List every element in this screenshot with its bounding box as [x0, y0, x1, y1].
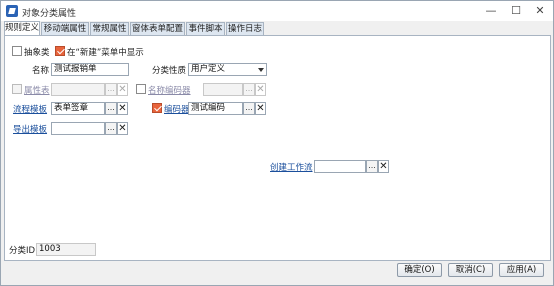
name-input[interactable]: 测试报销单	[51, 63, 129, 76]
name-encoder-pick-button[interactable]: ...	[243, 83, 255, 96]
attr-table-clear-button[interactable]: ✕	[117, 83, 128, 96]
abstract-checkbox[interactable]	[12, 46, 22, 56]
cancel-button[interactable]: 取消(C)	[448, 263, 493, 277]
attr-table-link[interactable]: 属性表	[24, 84, 50, 96]
category-label: 分类性质	[152, 66, 187, 76]
app-icon	[6, 5, 18, 17]
encoder-input[interactable]: 测试编码	[188, 102, 243, 115]
encoder-clear-button[interactable]: ✕	[255, 102, 266, 115]
export-template-input[interactable]	[51, 122, 105, 135]
maximize-button[interactable]: ☐	[504, 3, 528, 19]
chevron-down-icon	[258, 68, 264, 72]
show-in-new-label: 在“新建”菜单中显示	[67, 48, 144, 58]
flow-template-pick-button[interactable]: ...	[105, 102, 117, 115]
name-encoder-clear-button[interactable]: ✕	[255, 83, 266, 96]
name-encoder-input[interactable]	[203, 83, 243, 96]
encoder-checkbox[interactable]	[152, 103, 162, 113]
export-template-pick-button[interactable]: ...	[105, 122, 117, 135]
close-button[interactable]: ✕	[528, 3, 552, 19]
window-title: 对象分类属性	[22, 9, 77, 19]
minimize-button[interactable]: —	[479, 3, 503, 19]
tab-rule-definition[interactable]: 规则定义	[4, 21, 40, 36]
apply-button[interactable]: 应用(A)	[499, 263, 544, 277]
tab-operation-log[interactable]: 操作日志	[226, 22, 264, 35]
name-encoder-checkbox[interactable]	[136, 84, 146, 94]
encoder-pick-button[interactable]: ...	[243, 102, 255, 115]
ok-button[interactable]: 确定(O)	[397, 263, 442, 277]
tab-event-script[interactable]: 事件脚本	[186, 22, 225, 35]
export-template-clear-button[interactable]: ✕	[117, 122, 128, 135]
flow-template-clear-button[interactable]: ✕	[117, 102, 128, 115]
class-id-input: 1003	[36, 243, 96, 256]
name-encoder-link[interactable]: 名称编码器	[148, 84, 191, 96]
rule-definition-panel: 抽象类 在“新建”菜单中显示 名称 测试报销单 分类性质 用户定义 属性表 ..…	[4, 35, 551, 261]
class-id-label: 分类ID	[9, 246, 36, 256]
create-workflow-link[interactable]: 创建工作流	[270, 161, 313, 173]
tab-general-properties[interactable]: 常规属性	[90, 22, 129, 35]
export-template-link[interactable]: 导出模板	[13, 123, 47, 135]
show-in-new-checkbox[interactable]	[55, 46, 65, 56]
attr-table-input[interactable]	[51, 83, 105, 96]
encoder-link[interactable]: 编码器	[164, 103, 190, 115]
tab-mobile-properties[interactable]: 移动端属性	[41, 22, 89, 35]
attr-table-pick-button[interactable]: ...	[105, 83, 117, 96]
create-workflow-input[interactable]	[314, 160, 366, 173]
attr-table-checkbox[interactable]	[12, 84, 22, 94]
flow-template-input[interactable]: 表单签章	[51, 102, 105, 115]
create-workflow-clear-button[interactable]: ✕	[378, 160, 389, 173]
tab-form-config[interactable]: 窗体表单配置	[130, 22, 185, 35]
name-label: 名称	[32, 66, 50, 76]
title-bar: 对象分类属性 — ☐ ✕	[1, 1, 553, 21]
dialog-window: 对象分类属性 — ☐ ✕ 规则定义 移动端属性 常规属性 窗体表单配置 事件脚本…	[0, 0, 554, 286]
category-select[interactable]: 用户定义	[188, 63, 267, 76]
category-value: 用户定义	[191, 64, 226, 74]
flow-template-link[interactable]: 流程模板	[13, 103, 47, 115]
abstract-label: 抽象类	[24, 48, 50, 58]
create-workflow-pick-button[interactable]: ...	[366, 160, 378, 173]
